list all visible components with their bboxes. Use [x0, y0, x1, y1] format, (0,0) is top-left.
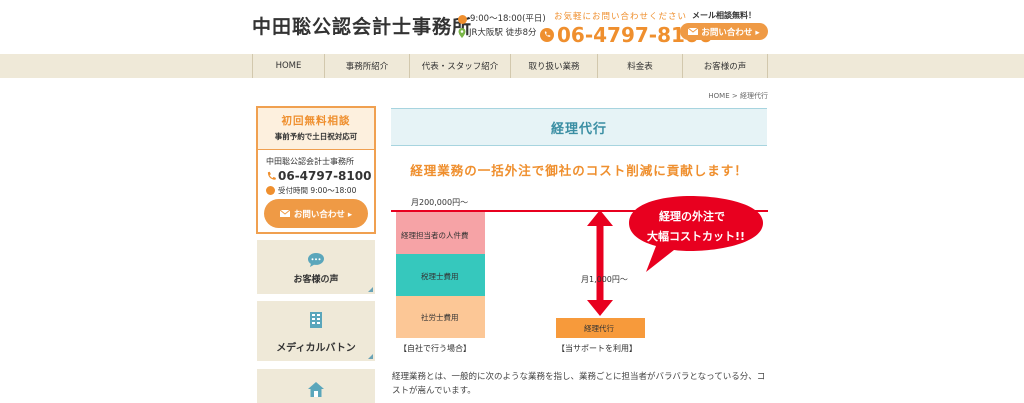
global-nav: HOME 事務所紹介 代表・スタッフ紹介 取り扱い業務 料金表 お客様の声	[0, 54, 1024, 78]
callout-line-2: 大幅コストカット!!	[647, 230, 746, 243]
value-label-support: 月1,000円〜	[581, 275, 628, 284]
callout-line-1: 経理の外注で	[659, 210, 725, 223]
clock-icon	[458, 14, 467, 24]
consult-office-name: 中田聡公認会計士事務所	[266, 157, 354, 166]
segment-label-tax: 税理士費用	[421, 272, 459, 281]
page-title: 経理代行	[391, 108, 767, 146]
corner-arrow-icon	[368, 354, 373, 359]
sidebar-card-home[interactable]	[257, 369, 375, 403]
office-access: JR大阪駅 徒歩8分	[469, 28, 537, 38]
breadcrumb-separator: >	[731, 92, 738, 100]
header-mail: メール相談無料！ お問い合わせ ▸	[680, 10, 768, 40]
phone-icon	[540, 28, 554, 42]
consult-hours-row: 受付時間 9:00〜18:00	[266, 185, 374, 196]
nav-item-pricing[interactable]: 料金表	[597, 54, 682, 78]
corner-arrow-icon	[368, 287, 373, 292]
site-header: 中田聡公認会計士事務所 9:00〜18:00(平日) JR大阪駅 徒歩8分 お気…	[0, 0, 1024, 54]
envelope-icon	[279, 210, 290, 217]
segment-label-outsource: 経理代行	[584, 324, 614, 333]
sidebar-card-medical-label: メディカルバトン	[276, 343, 356, 354]
nav-item-voices[interactable]: お客様の声	[682, 54, 768, 78]
nav-item-office[interactable]: 事務所紹介	[324, 54, 409, 78]
value-label-own: 月200,000円〜	[411, 198, 469, 207]
speech-bubble-icon	[308, 253, 324, 267]
segment-label-personnel: 経理担当者の人件費	[401, 231, 469, 240]
header-contact-button-label: お問い合わせ ▸	[701, 27, 760, 38]
sidebar-contact-button-label: お問い合わせ ▸	[293, 209, 353, 220]
hours-access-block: 9:00〜18:00(平日) JR大阪駅 徒歩8分	[458, 12, 546, 40]
office-hours: 9:00〜18:00(平日)	[470, 14, 546, 24]
consult-subtitle: 事前予約で土日祝対応可	[274, 132, 358, 141]
breadcrumb: HOME > 経理代行	[680, 91, 768, 101]
consult-phone-number: 06-4797-8100	[278, 169, 372, 183]
mail-subtitle: メール相談無料！	[692, 11, 756, 20]
breadcrumb-current: 経理代行	[740, 92, 768, 100]
breadcrumb-home[interactable]: HOME	[708, 92, 729, 100]
sidebar-card-voices[interactable]: お客様の声	[257, 240, 375, 294]
phone-icon	[267, 171, 276, 180]
nav-item-home[interactable]: HOME	[252, 54, 324, 78]
clock-icon	[266, 186, 275, 195]
site-title[interactable]: 中田聡公認会計士事務所	[252, 12, 472, 39]
reduction-arrow-head-up	[587, 210, 613, 226]
sidebar-card-voices-label: お客様の声	[293, 275, 339, 285]
reduction-arrow-head-down	[587, 300, 613, 316]
consult-phone[interactable]: 06-4797-8100	[266, 169, 374, 183]
category-label-support: 【当サポートを利用】	[557, 344, 637, 353]
nav-item-services[interactable]: 取り扱い業務	[510, 54, 597, 78]
consult-hours: 受付時間 9:00〜18:00	[278, 186, 357, 195]
category-label-own: 【自社で行う場合】	[399, 344, 471, 353]
building-icon	[310, 312, 322, 328]
header-contact-button[interactable]: お問い合わせ ▸	[680, 23, 768, 40]
house-icon	[308, 382, 324, 397]
nav-item-staff[interactable]: 代表・スタッフ紹介	[409, 54, 510, 78]
sidebar-card-medical[interactable]: メディカルバトン	[257, 301, 375, 361]
envelope-icon	[688, 28, 699, 35]
cost-comparison-chart: 月200,000円〜 月1,000円〜 経理担当者の人件費 税理士費用 社労士費…	[391, 188, 768, 363]
map-pin-icon	[458, 28, 466, 38]
description-text: 経理業務とは、一般的に次のような業務を指し、業務ごとに担当者がバラバラとなってい…	[392, 372, 766, 396]
sidebar-contact-button[interactable]: お問い合わせ ▸	[264, 199, 368, 228]
lead-text: 経理業務の一括外注で御社のコスト削減に貢献します！	[410, 163, 748, 178]
consult-title: 初回無料相談	[281, 115, 351, 127]
segment-label-labor: 社労士費用	[421, 313, 459, 322]
